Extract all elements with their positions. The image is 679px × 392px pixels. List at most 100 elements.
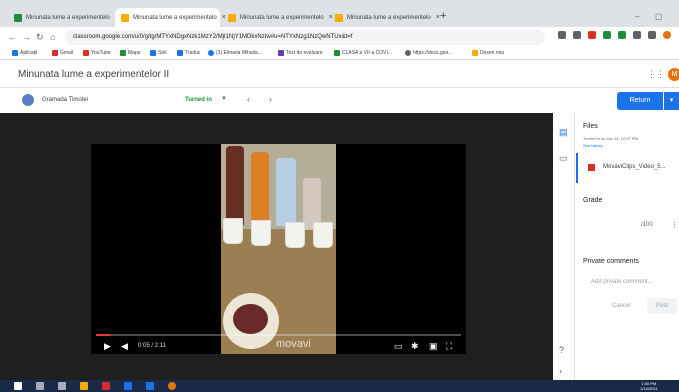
app-icon[interactable] bbox=[124, 382, 132, 390]
student-avatar bbox=[22, 94, 34, 106]
maximize-icon[interactable]: ▢ bbox=[655, 12, 663, 21]
home-icon[interactable]: ⌂ bbox=[50, 32, 55, 42]
app-icon[interactable] bbox=[102, 382, 110, 390]
back-icon[interactable]: ← bbox=[8, 32, 17, 42]
classroom-icon bbox=[334, 50, 340, 56]
bookmark-item[interactable]: Aplicații bbox=[12, 50, 37, 56]
forms-icon bbox=[278, 50, 284, 56]
post-button[interactable]: Post bbox=[647, 298, 677, 314]
clock-date: 1/14/2021 bbox=[640, 386, 658, 391]
return-button[interactable]: Return bbox=[617, 92, 663, 110]
page-title: Minunata lume a experimentelor II bbox=[18, 69, 170, 80]
extension-icon[interactable] bbox=[603, 31, 611, 39]
extension-icon[interactable] bbox=[588, 31, 596, 39]
files-heading: Files bbox=[583, 123, 598, 130]
file-explorer-icon[interactable] bbox=[80, 382, 88, 390]
private-comment-input[interactable]: Add private comment... bbox=[591, 279, 653, 285]
files-icon[interactable]: ▤ bbox=[559, 127, 568, 138]
see-history-link[interactable]: See history bbox=[583, 143, 603, 148]
app-icon[interactable] bbox=[146, 382, 154, 390]
plastic-cup bbox=[313, 222, 333, 248]
file-item[interactable]: MovaviClips_Video_5... bbox=[576, 153, 679, 183]
video-player[interactable]: movavi ▶ ◀ 0:05 / 2:11 ▭ ✱ ▣ ⛶ bbox=[91, 144, 466, 354]
grade-field[interactable]: /100 bbox=[641, 222, 653, 228]
classroom-icon bbox=[335, 13, 343, 22]
bookmark-item[interactable]: YouTube bbox=[83, 50, 111, 56]
bookmark-item[interactable]: CLASA a VII-a COVI... bbox=[334, 50, 392, 56]
extension-icon[interactable] bbox=[618, 31, 626, 39]
windows-start-icon[interactable] bbox=[14, 382, 22, 390]
search-icon[interactable] bbox=[36, 382, 44, 390]
cancel-button[interactable]: Cancel bbox=[612, 303, 631, 309]
forward-icon[interactable]: → bbox=[22, 32, 31, 42]
comments-icon[interactable]: ▭ bbox=[559, 153, 568, 164]
collapse-icon[interactable]: › bbox=[559, 366, 562, 376]
student-dropdown-icon[interactable]: ▼ bbox=[221, 96, 227, 102]
watermark-text: movavi bbox=[276, 338, 311, 350]
clock[interactable]: 1:00 PM 1/14/2021 bbox=[640, 381, 658, 391]
volume-icon[interactable]: ◀ bbox=[121, 341, 128, 352]
puzzle-icon[interactable] bbox=[633, 31, 641, 39]
next-student-icon[interactable]: › bbox=[269, 94, 272, 104]
task-view-icon[interactable] bbox=[58, 382, 66, 390]
globe-icon bbox=[405, 50, 411, 56]
profile-icon[interactable] bbox=[663, 31, 671, 39]
news-icon bbox=[150, 50, 156, 56]
browser-tab-bar: Minunata lume a experimentelo × Minunata… bbox=[0, 0, 679, 27]
browser-tab-2[interactable]: Minunata lume a experimentelo × bbox=[115, 8, 226, 27]
plastic-cup bbox=[285, 222, 305, 248]
queue-icon[interactable] bbox=[648, 31, 656, 39]
subtitles-icon[interactable]: ▭ bbox=[394, 341, 403, 352]
play-icon[interactable]: ▶ bbox=[104, 341, 111, 352]
plastic-cup bbox=[251, 220, 271, 246]
bookmark-item[interactable]: Desen nou bbox=[472, 50, 504, 56]
classroom-icon bbox=[14, 13, 22, 22]
previous-student-icon[interactable]: ‹ bbox=[247, 94, 250, 104]
water-bottle bbox=[276, 158, 296, 226]
return-dropdown-icon[interactable]: ▾ bbox=[664, 92, 679, 110]
chrome-icon[interactable] bbox=[168, 382, 176, 390]
reload-icon[interactable]: ↻ bbox=[36, 32, 44, 43]
bookmark-item[interactable]: https://docs.goo... bbox=[405, 50, 452, 56]
student-name[interactable]: Gramada Timotei bbox=[42, 97, 88, 103]
browser-tab-1[interactable]: Minunata lume a experimentelo × bbox=[8, 8, 119, 27]
turned-in-note: Turned in on Jan 14, 12:07 PM bbox=[583, 136, 638, 141]
folder-icon bbox=[472, 50, 478, 56]
browser-tab-4[interactable]: Minunata lume a experimentelo × bbox=[329, 8, 440, 27]
grade-heading: Grade bbox=[583, 197, 603, 204]
progress-fill bbox=[96, 334, 111, 336]
private-comments-heading: Private comments bbox=[583, 258, 640, 265]
browser-tab-3[interactable]: Minunata lume a experimentelo × bbox=[222, 8, 333, 27]
classroom-header: Minunata lume a experimentelor II ⋮⋮⋮ M bbox=[0, 60, 679, 88]
taskbar: 1:00 PM 1/14/2021 bbox=[0, 380, 679, 392]
progress-track[interactable] bbox=[96, 334, 461, 336]
new-tab-button[interactable]: + bbox=[440, 10, 446, 22]
bookmarks-bar: Aplicații Gmail YouTube Maps Stiri Tradu… bbox=[0, 47, 679, 60]
url-input[interactable]: classroom.google.com/u/0/g/tg/MTYxNDgxNz… bbox=[65, 30, 545, 45]
cola-bottle bbox=[226, 146, 244, 226]
translate-icon[interactable] bbox=[558, 31, 566, 39]
classroom-icon bbox=[121, 13, 129, 22]
more-options-icon[interactable]: ⋮ bbox=[671, 221, 678, 229]
bookmark-item[interactable]: Stiri bbox=[150, 50, 167, 56]
side-rail: ▤ ▭ ? › bbox=[553, 113, 575, 380]
settings-icon[interactable]: ✱ bbox=[411, 341, 419, 352]
bookmark-item[interactable]: (3) Elmaria Mihaila... bbox=[208, 50, 262, 56]
avatar[interactable]: M bbox=[668, 68, 679, 81]
facebook-icon bbox=[208, 50, 214, 56]
tab-label: Minunata lume a experimentelo bbox=[240, 14, 324, 21]
bookmark-item[interactable]: Maps bbox=[120, 50, 140, 56]
plate-contents bbox=[233, 304, 268, 334]
miniplayer-icon[interactable]: ▣ bbox=[429, 341, 438, 352]
help-icon[interactable]: ? bbox=[559, 345, 564, 355]
minimize-icon[interactable]: – bbox=[635, 12, 639, 21]
star-icon[interactable] bbox=[573, 31, 581, 39]
bookmark-item[interactable]: Test de evaluare bbox=[278, 50, 323, 56]
fullscreen-icon[interactable]: ⛶ bbox=[446, 341, 452, 352]
video-file-icon bbox=[588, 164, 595, 171]
bookmark-item[interactable]: Traduc bbox=[177, 50, 200, 56]
time-display: 0:05 / 2:11 bbox=[138, 343, 166, 349]
bookmark-item[interactable]: Gmail bbox=[52, 50, 73, 56]
file-viewer: movavi ▶ ◀ 0:05 / 2:11 ▭ ✱ ▣ ⛶ bbox=[0, 113, 553, 380]
grading-panel: Files Turned in on Jan 14, 12:07 PM See … bbox=[575, 113, 679, 380]
